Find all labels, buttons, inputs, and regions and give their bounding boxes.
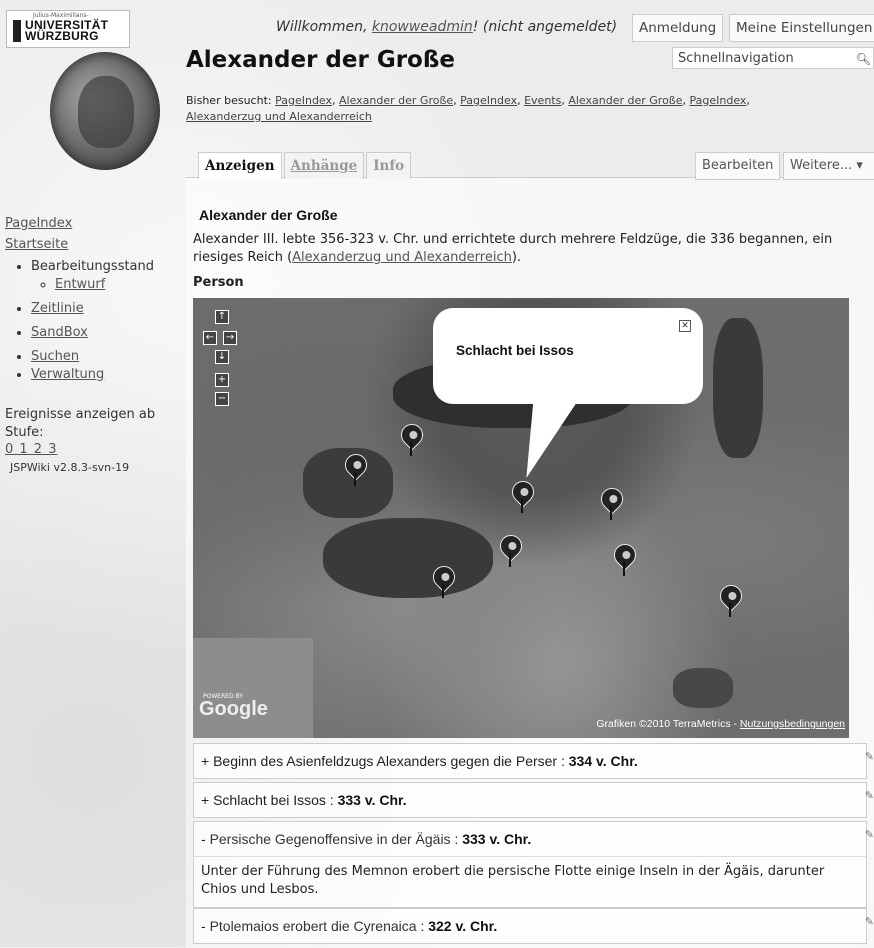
map-marker[interactable] [396,419,428,458]
map-marker[interactable] [609,539,641,578]
zoom-in-icon[interactable]: + [215,373,229,387]
breadcrumb-link[interactable]: Alexander der Große [339,94,453,107]
logo-wordmark: UNIVERSITÄT WÜRZBURG [25,19,108,43]
collapse-toggle[interactable]: - [201,831,206,847]
logo-line2: WÜRZBURG [25,29,99,43]
sidebar-item-search[interactable]: Suchen [31,348,170,366]
logo-mark [13,20,21,42]
google-logo[interactable]: Google [199,698,268,721]
welcome-message: Willkommen, knowweadmin! (nicht angemeld… [276,19,617,35]
search-placeholder: Schnellnavigation [678,51,794,66]
expand-toggle[interactable]: + [201,792,209,808]
page-title: Alexander der Große [186,47,456,73]
sidebar-item-timeline[interactable]: Zeitlinie [31,300,170,318]
breadcrumb-link[interactable]: Alexander der Große [568,94,682,107]
pan-right-icon[interactable]: → [223,331,237,345]
tab-attachments[interactable]: Anhänge [283,152,365,179]
tab-bar: Anzeigen Anhänge Info [198,152,413,179]
welcome-suffix: ! (nicht angemeldet) [472,19,618,35]
username-link[interactable]: knowweadmin [372,19,473,35]
event-title[interactable]: Beginn des Asienfeldzugs Alexanders gege… [213,753,557,769]
intro-end: ). [511,250,522,265]
sidebar-status-label: Bearbeitungsstand [31,259,155,274]
tab-info[interactable]: Info [366,152,412,179]
article-intro: Alexander III. lebte 356-323 v. Chr. und… [193,231,865,267]
map-marker[interactable] [340,449,372,488]
sidebar-list: Bearbeitungsstand Entwurf Zeitlinie Sand… [5,258,170,384]
sidebar-item-home[interactable]: Startseite [5,237,170,252]
pencil-icon[interactable]: ✎ [865,828,874,841]
event-title[interactable]: Persische Gegenoffensive in der Ägäis [210,831,451,847]
event-date: 334 v. Chr. [568,753,638,769]
map-credit: Grafiken ©2010 TerraMetrics - Nutzungsbe… [596,718,845,730]
collapse-toggle[interactable]: - [201,918,206,934]
intro-link[interactable]: Alexanderzug und Alexanderreich [292,250,512,265]
breadcrumb: Bisher besucht: PageIndex, Alexander der… [186,94,750,123]
map-sea [673,668,733,708]
event-date: 333 v. Chr. [462,831,532,847]
owl-icon [78,76,134,148]
pan-down-icon[interactable]: ↓ [215,350,229,364]
event-description: Unter der Führung des Memnon erobert die… [194,856,866,907]
article-heading: Alexander der Große [199,207,338,223]
sidebar-item-draft[interactable]: Entwurf [55,276,170,294]
pan-up-icon[interactable]: ↑ [215,310,229,324]
login-button[interactable]: Anmeldung [632,14,724,42]
pencil-icon[interactable]: ✎ [865,750,874,763]
search-icon[interactable]: 🔍︎ [856,48,871,70]
event-date: 333 v. Chr. [337,792,407,808]
credit-text: Grafiken ©2010 TerraMetrics - [596,718,740,730]
event-date: 322 v. Chr. [428,918,498,934]
expand-toggle[interactable]: + [201,753,209,769]
breadcrumb-link[interactable]: Events [524,94,561,107]
event-item[interactable]: + Beginn des Asienfeldzugs Alexanders ge… [193,743,874,779]
map-sea [323,518,493,598]
map-marker[interactable] [495,530,527,569]
event-level-label: Ereignisse anzeigen ab Stufe: [5,407,156,440]
edit-button[interactable]: Bearbeiten [695,152,781,180]
map-sea [713,318,763,458]
event-item[interactable]: + Schlacht bei Issos : 333 v. Chr. ✎ [193,782,874,818]
tab-view[interactable]: Anzeigen [198,152,282,179]
sidebar-item-sandbox[interactable]: SandBox [31,324,170,342]
map-marker[interactable] [596,483,628,522]
sidebar-item-admin[interactable]: Verwaltung [31,366,170,384]
sidebar: PageIndex Startseite Bearbeitungsstand E… [5,216,170,474]
sidebar-item-status: Bearbeitungsstand Entwurf [31,258,170,294]
person-label: Person [193,275,244,290]
popup-title: Schlacht bei Issos [456,343,574,358]
event-title[interactable]: Ptolemaios erobert die Cyrenaica [210,918,417,934]
more-menu-button[interactable]: Weitere... ▾ [783,152,874,180]
map-marker[interactable] [715,580,747,619]
breadcrumb-label: Bisher besucht: [186,94,276,107]
zoom-out-icon[interactable]: − [215,392,229,406]
pencil-icon[interactable]: ✎ [865,915,874,928]
event-item-expanded[interactable]: - Persische Gegenoffensive in der Ägäis … [193,821,874,908]
university-logo[interactable]: Julius-Maximilians- UNIVERSITÄT WÜRZBURG [6,10,130,48]
breadcrumb-link[interactable]: PageIndex [275,94,332,107]
breadcrumb-link[interactable]: Alexanderzug und Alexanderreich [186,110,372,123]
search-input[interactable]: Schnellnavigation 🔍︎ [672,47,874,69]
map-land [193,638,313,738]
breadcrumb-link[interactable]: PageIndex [690,94,747,107]
terms-link[interactable]: Nutzungsbedingungen [740,718,845,730]
settings-button[interactable]: Meine Einstellungen [729,14,874,42]
event-title[interactable]: Schlacht bei Issos [213,792,326,808]
event-item-expanded[interactable]: - Ptolemaios erobert die Cyrenaica : 322… [193,908,874,944]
event-level-links[interactable]: 0 1 2 3 [5,442,170,457]
pencil-icon[interactable]: ✎ [865,789,874,802]
sidebar-item-pageindex[interactable]: PageIndex [5,216,170,231]
version-text: JSPWiki v2.8.3-svn-19 [10,461,130,474]
close-icon[interactable]: ✕ [679,320,691,332]
breadcrumb-link[interactable]: PageIndex [460,94,517,107]
map[interactable]: ↑ ← → ↓ + − Schlacht bei Issos ✕ POWERED… [193,298,849,738]
welcome-prefix: Willkommen, [276,19,372,35]
map-marker[interactable] [507,476,539,515]
map-marker[interactable] [428,561,460,600]
pan-left-icon[interactable]: ← [203,331,217,345]
